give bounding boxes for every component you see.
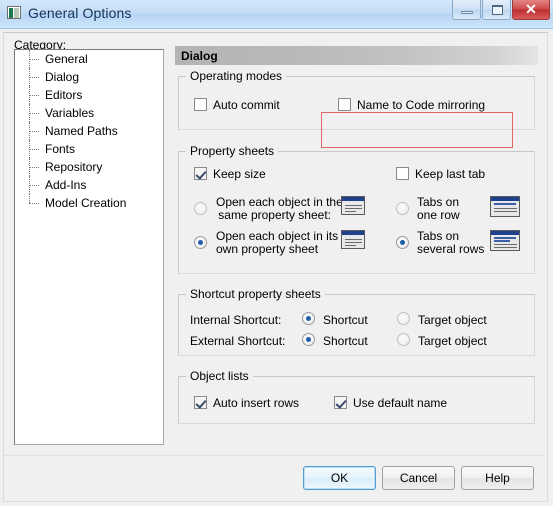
tree-item-named-paths[interactable]: Named Paths (15, 122, 163, 140)
external-target-object-label[interactable]: Target object (418, 335, 487, 348)
tabs-several-rows-line1: Tabs on (417, 229, 460, 243)
open-own-sheet-line2: own property sheet (216, 242, 319, 256)
own-property-sheet-preview-icon (341, 230, 367, 251)
tree-item-label: Repository (45, 160, 103, 174)
tabs-one-row-line1: Tabs on (417, 195, 460, 209)
tabs-several-rows-radio[interactable] (396, 236, 409, 249)
tree-item-label: Fonts (45, 142, 76, 156)
tree-item-label: Dialog (45, 70, 80, 84)
tabs-several-rows-line2: several rows (417, 242, 485, 256)
window-title: General Options (28, 5, 132, 21)
tree-item-repository[interactable]: Repository (15, 158, 163, 176)
cancel-button[interactable]: Cancel (382, 466, 455, 490)
same-property-sheet-preview-icon (341, 196, 365, 215)
tabs-several-rows-label[interactable]: Tabs on several rows (417, 230, 484, 256)
tree-dash (29, 185, 39, 186)
section-header: Dialog (175, 46, 538, 65)
external-target-object-radio[interactable] (397, 333, 410, 346)
keep-size-label[interactable]: Keep size (213, 168, 266, 181)
external-shortcut-radio[interactable] (302, 333, 315, 346)
group-operating-modes: Operating modes Auto commit Name to Code… (178, 69, 535, 130)
tree-item-variables[interactable]: Variables (15, 104, 163, 122)
tree-dash (29, 59, 39, 60)
help-button[interactable]: Help (461, 466, 534, 490)
ok-button[interactable]: OK (303, 466, 376, 490)
open-own-sheet-radio[interactable] (194, 236, 207, 249)
group-property-sheets: Property sheets Keep size Keep last tab … (178, 144, 535, 274)
auto-insert-rows-label[interactable]: Auto insert rows (213, 397, 299, 410)
tabs-several-rows-preview-icon (490, 230, 520, 251)
auto-insert-rows-checkbox[interactable] (194, 396, 207, 409)
use-default-name-label[interactable]: Use default name (353, 397, 447, 410)
tree-item-fonts[interactable]: Fonts (15, 140, 163, 158)
tree-item-label: Add-Ins (45, 178, 87, 192)
name-to-code-mirroring-label[interactable]: Name to Code mirroring (357, 99, 485, 112)
keep-last-tab-label[interactable]: Keep last tab (415, 168, 485, 181)
open-same-sheet-line2: same property sheet: (218, 208, 331, 222)
group-title-operating-modes: Operating modes (186, 69, 287, 83)
keep-last-tab-checkbox[interactable] (396, 167, 409, 180)
tree-dash (29, 203, 39, 204)
external-shortcut-option-label[interactable]: Shortcut (323, 335, 368, 348)
dialog-body: Category: General Dialog Editors Variabl… (0, 29, 553, 506)
group-title-property-sheets: Property sheets (186, 144, 279, 158)
tree-line (29, 194, 30, 203)
tree-item-general[interactable]: General (15, 50, 163, 68)
tabs-one-row-label[interactable]: Tabs on one row (417, 196, 460, 222)
tree-dash (29, 77, 39, 78)
tree-dash (29, 131, 39, 132)
tree-item-label: Variables (45, 106, 95, 120)
name-to-code-mirroring-checkbox[interactable] (338, 98, 351, 111)
tree-item-label: Named Paths (45, 124, 118, 138)
internal-target-object-radio[interactable] (397, 312, 410, 325)
open-own-sheet-label[interactable]: Open each object in its own property she… (216, 229, 339, 256)
keep-size-checkbox[interactable] (194, 167, 207, 180)
group-object-lists: Object lists Auto insert rows Use defaul… (178, 369, 535, 424)
tree-item-dialog[interactable]: Dialog (15, 68, 163, 86)
internal-target-object-label[interactable]: Target object (418, 314, 487, 327)
tree-item-label: General (45, 52, 88, 66)
external-shortcut-label: External Shortcut: (190, 334, 286, 348)
app-icon (7, 6, 21, 19)
use-default-name-checkbox[interactable] (334, 396, 347, 409)
footer-separator (4, 455, 544, 456)
title-bar: General Options ✕ (0, 0, 553, 29)
tree-dash (29, 95, 39, 96)
minimize-button[interactable] (452, 0, 481, 20)
auto-commit-label[interactable]: Auto commit (213, 99, 280, 112)
auto-commit-checkbox[interactable] (194, 98, 207, 111)
tree-item-editors[interactable]: Editors (15, 86, 163, 104)
tabs-one-row-line2: one row (417, 208, 460, 222)
general-options-dialog: General Options ✕ Category: General Dial… (0, 0, 553, 506)
tabs-one-row-radio[interactable] (396, 202, 409, 215)
settings-pane: Dialog Operating modes Auto commit Name … (175, 46, 538, 450)
internal-shortcut-label: Internal Shortcut: (190, 313, 282, 327)
category-tree[interactable]: General Dialog Editors Variables Named P (14, 49, 164, 445)
internal-shortcut-radio[interactable] (302, 312, 315, 325)
group-title-shortcut-property-sheets: Shortcut property sheets (186, 287, 325, 301)
internal-shortcut-option-label[interactable]: Shortcut (323, 314, 368, 327)
tree-item-label: Model Creation (45, 196, 127, 210)
open-same-sheet-radio[interactable] (194, 202, 207, 215)
section-header-label: Dialog (181, 49, 218, 63)
open-same-sheet-label[interactable]: Open each object in the same property sh… (216, 196, 343, 222)
tree-item-label: Editors (45, 88, 83, 102)
open-own-sheet-line1: Open each object in its (216, 229, 339, 243)
group-title-object-lists: Object lists (186, 369, 253, 383)
group-shortcut-property-sheets: Shortcut property sheets Internal Shortc… (178, 287, 535, 356)
tabs-one-row-preview-icon (490, 196, 520, 217)
maximize-button[interactable] (482, 0, 511, 20)
close-button[interactable]: ✕ (512, 0, 550, 20)
tree-dash (29, 113, 39, 114)
open-same-sheet-line1: Open each object in the (216, 195, 343, 209)
tree-dash (29, 167, 39, 168)
tree-item-add-ins[interactable]: Add-Ins (15, 176, 163, 194)
tree-item-model-creation[interactable]: Model Creation (15, 194, 163, 212)
tree-dash (29, 149, 39, 150)
